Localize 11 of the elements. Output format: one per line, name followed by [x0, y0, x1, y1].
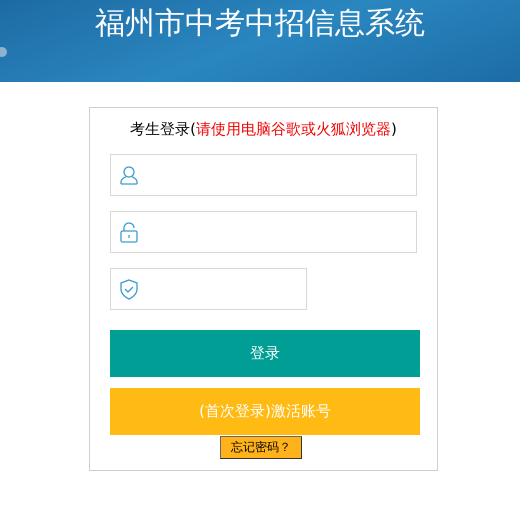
- padlock-icon: [119, 222, 139, 242]
- shield-check-icon: [119, 278, 139, 300]
- login-heading: 考生登录(请使用电脑谷歌或火狐浏览器): [130, 119, 397, 140]
- forgot-password-button[interactable]: 忘记密码？: [220, 436, 302, 459]
- password-field[interactable]: [110, 211, 417, 253]
- login-button[interactable]: 登录: [110, 330, 420, 377]
- username-field[interactable]: [110, 154, 417, 196]
- activate-account-button[interactable]: (首次登录)激活账号: [110, 388, 420, 435]
- captcha-field[interactable]: [110, 268, 307, 310]
- site-title: 福州市中考中招信息系统: [95, 5, 425, 43]
- user-icon: [119, 164, 139, 186]
